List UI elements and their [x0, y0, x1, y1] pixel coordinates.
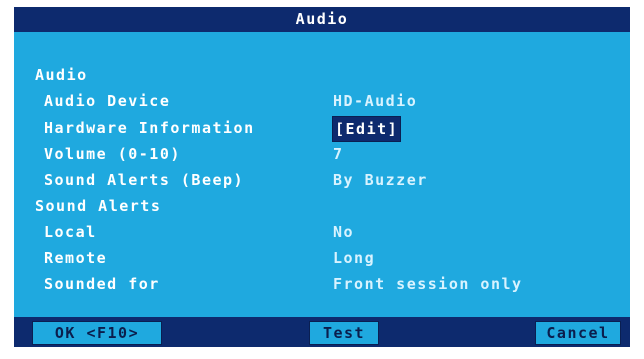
audio-dialog: Audio Audio Audio Device HD-Audio Hardwa… [14, 7, 630, 347]
section-heading-sound-alerts: Sound Alerts [35, 197, 162, 215]
volume-value[interactable]: 7 [333, 143, 344, 165]
sound-alerts-beep-value[interactable]: By Buzzer [333, 169, 428, 191]
button-bar: OK <F10> Test Cancel [14, 317, 630, 347]
local-value[interactable]: No [333, 221, 354, 243]
hardware-information-edit-button[interactable]: [Edit] [332, 116, 402, 142]
ok-button[interactable]: OK <F10> [32, 321, 162, 345]
test-button[interactable]: Test [309, 321, 379, 345]
dialog-title: Audio [14, 7, 630, 32]
audio-device-value[interactable]: HD-Audio [333, 90, 417, 112]
cancel-button[interactable]: Cancel [535, 321, 621, 345]
remote-value[interactable]: Long [333, 247, 375, 269]
volume-label: Volume (0-10) [44, 145, 181, 163]
audio-device-label: Audio Device [44, 92, 171, 110]
hardware-information-label: Hardware Information [44, 119, 255, 137]
sounded-for-value[interactable]: Front session only [333, 273, 523, 295]
sound-alerts-beep-label: Sound Alerts (Beep) [44, 171, 245, 189]
section-heading-audio: Audio [35, 66, 88, 84]
local-label: Local [44, 223, 97, 241]
sounded-for-label: Sounded for [44, 275, 160, 293]
remote-label: Remote [44, 249, 108, 267]
